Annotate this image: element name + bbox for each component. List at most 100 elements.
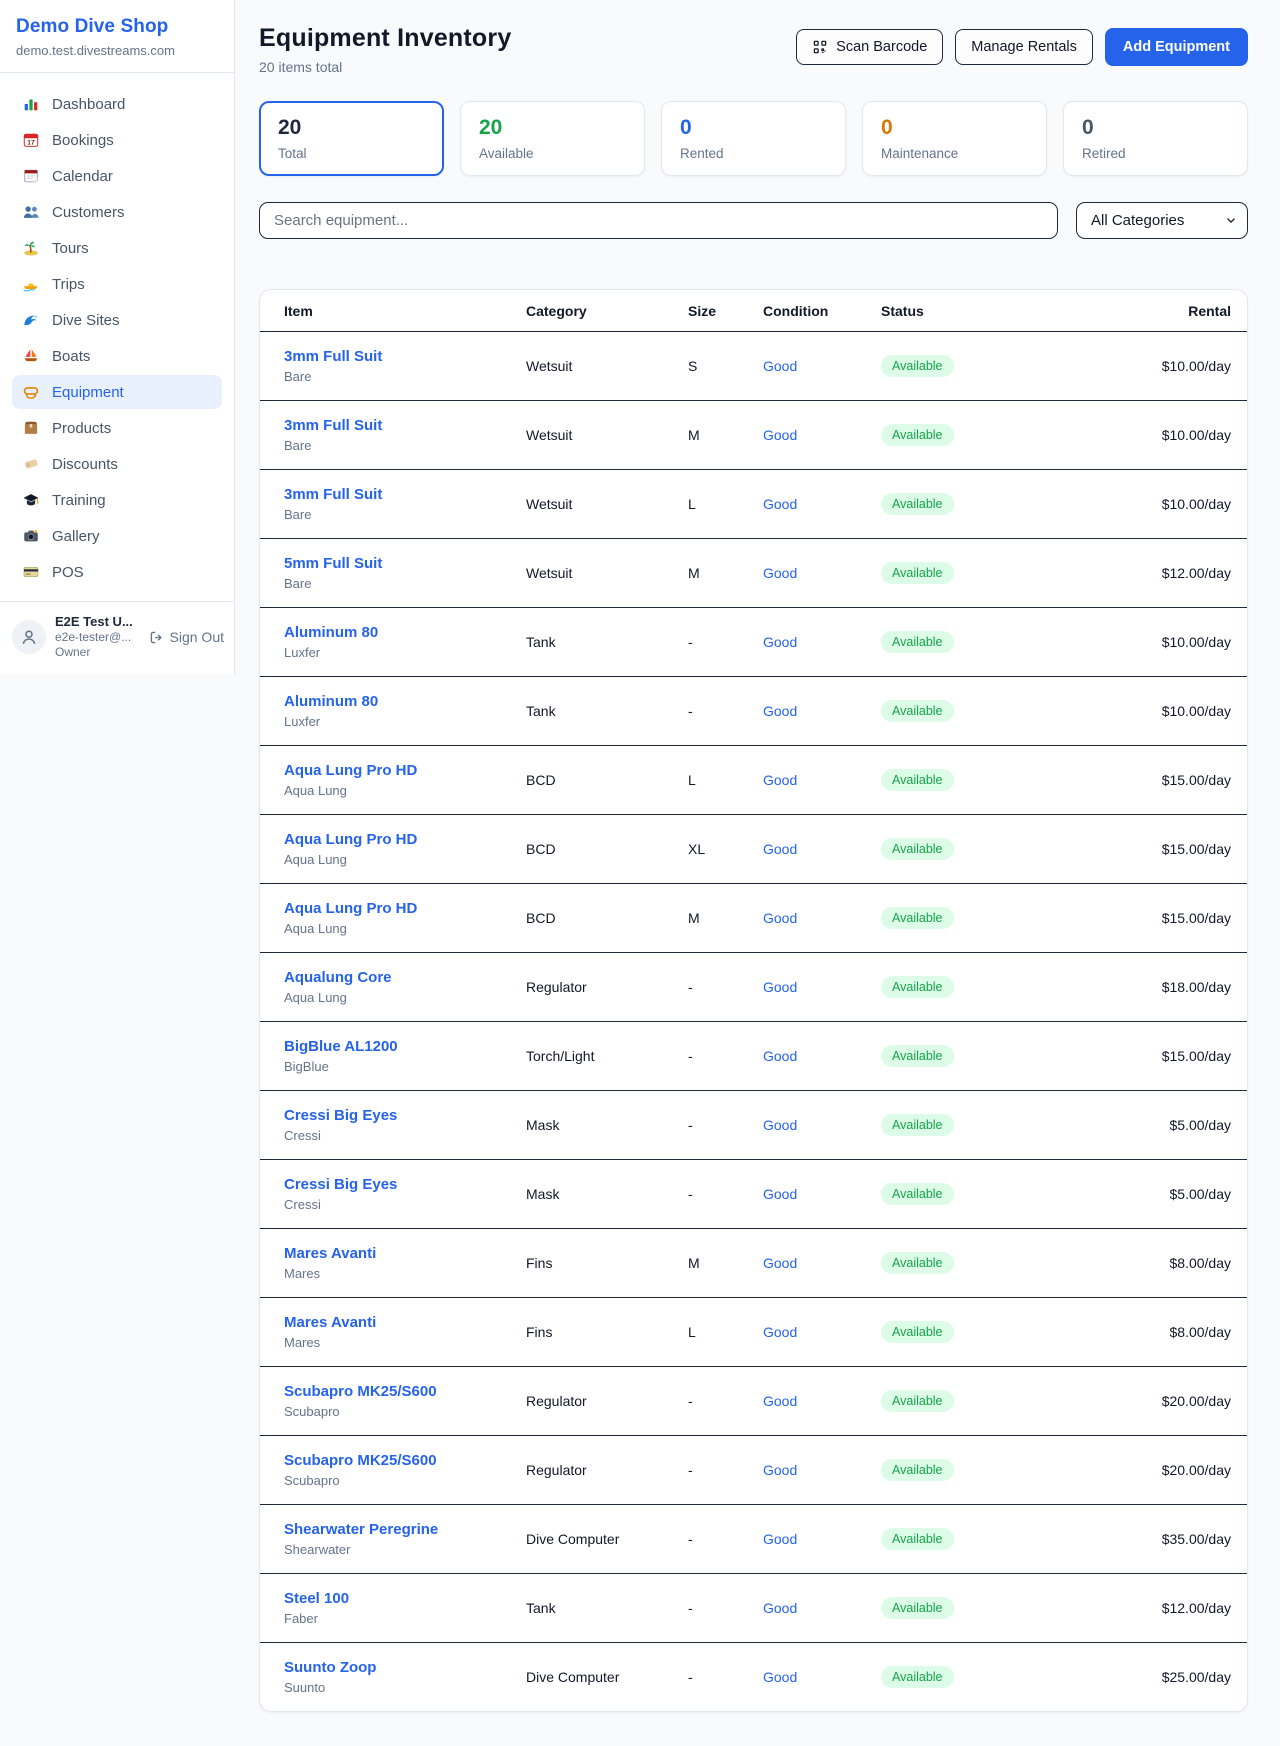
item-condition-link[interactable]: Good	[763, 1117, 881, 1133]
item-brand: Bare	[284, 368, 526, 386]
item-condition-link[interactable]: Good	[763, 841, 881, 857]
item-name-link[interactable]: Aqua Lung Pro HD	[284, 760, 417, 782]
sidebar-item-label: Customers	[52, 204, 125, 221]
status-badge: Available	[881, 1390, 954, 1412]
item-cell: BigBlue AL1200 BigBlue	[284, 1036, 526, 1076]
sidebar-item-boats[interactable]: Boats	[12, 339, 222, 373]
item-name-link[interactable]: Cressi Big Eyes	[284, 1105, 397, 1127]
sidebar-item-bookings[interactable]: 17 Bookings	[12, 123, 222, 157]
sidebar: Demo Dive Shop demo.test.divestreams.com…	[0, 0, 235, 674]
item-rental: $15.00/day	[1061, 910, 1231, 926]
search-input[interactable]	[259, 202, 1058, 239]
item-condition-link[interactable]: Good	[763, 358, 881, 374]
status-cell: Available	[881, 700, 1061, 722]
item-condition-link[interactable]: Good	[763, 1255, 881, 1271]
sidebar-item-dive-sites[interactable]: Dive Sites	[12, 303, 222, 337]
table-row: Suunto Zoop Suunto Dive Computer - Good …	[260, 1642, 1247, 1711]
item-condition-link[interactable]: Good	[763, 1600, 881, 1616]
sidebar-item-calendar[interactable]: Calendar	[12, 159, 222, 193]
item-condition-link[interactable]: Good	[763, 1324, 881, 1340]
people-icon	[22, 203, 40, 221]
item-name-link[interactable]: Mares Avanti	[284, 1243, 376, 1265]
item-name-link[interactable]: Steel 100	[284, 1588, 349, 1610]
sign-out-icon	[148, 629, 165, 646]
stat-card-retired[interactable]: 0 Retired	[1063, 101, 1248, 176]
item-condition-link[interactable]: Good	[763, 910, 881, 926]
item-name-link[interactable]: Cressi Big Eyes	[284, 1174, 397, 1196]
item-category: Tank	[526, 634, 688, 650]
item-name-link[interactable]: Scubapro MK25/S600	[284, 1450, 437, 1472]
status-badge: Available	[881, 1459, 954, 1481]
item-condition-link[interactable]: Good	[763, 1531, 881, 1547]
item-name-link[interactable]: 3mm Full Suit	[284, 346, 382, 368]
item-category: Fins	[526, 1255, 688, 1271]
item-name-link[interactable]: Aluminum 80	[284, 622, 378, 644]
table-row: Shearwater Peregrine Shearwater Dive Com…	[260, 1504, 1247, 1573]
item-category: BCD	[526, 910, 688, 926]
item-name-link[interactable]: Aqua Lung Pro HD	[284, 898, 417, 920]
item-condition-link[interactable]: Good	[763, 979, 881, 995]
status-cell: Available	[881, 769, 1061, 791]
sidebar-item-trips[interactable]: Trips	[12, 267, 222, 301]
item-name-link[interactable]: 3mm Full Suit	[284, 415, 382, 437]
item-condition-link[interactable]: Good	[763, 703, 881, 719]
item-name-link[interactable]: Aluminum 80	[284, 691, 378, 713]
item-condition-link[interactable]: Good	[763, 634, 881, 650]
stat-card-rented[interactable]: 0 Rented	[661, 101, 846, 176]
item-rental: $18.00/day	[1061, 979, 1231, 995]
sidebar-item-discounts[interactable]: Discounts	[12, 447, 222, 481]
sidebar-item-tours[interactable]: Tours	[12, 231, 222, 265]
sidebar-item-products[interactable]: Products	[12, 411, 222, 445]
status-badge: Available	[881, 424, 954, 446]
item-name-link[interactable]: BigBlue AL1200	[284, 1036, 398, 1058]
item-brand: Cressi	[284, 1196, 526, 1214]
status-badge: Available	[881, 1114, 954, 1136]
item-brand: Luxfer	[284, 713, 526, 731]
item-name-link[interactable]: Scubapro MK25/S600	[284, 1381, 437, 1403]
stat-card-maintenance[interactable]: 0 Maintenance	[862, 101, 1047, 176]
item-size: -	[688, 634, 763, 650]
item-category: Tank	[526, 703, 688, 719]
scan-barcode-button[interactable]: Scan Barcode	[796, 29, 943, 65]
item-condition-link[interactable]: Good	[763, 1186, 881, 1202]
item-name-link[interactable]: 3mm Full Suit	[284, 484, 382, 506]
sidebar-item-equipment[interactable]: Equipment	[12, 375, 222, 409]
stat-card-available[interactable]: 20 Available	[460, 101, 645, 176]
status-cell: Available	[881, 838, 1061, 860]
manage-rentals-button[interactable]: Manage Rentals	[955, 29, 1093, 65]
item-condition-link[interactable]: Good	[763, 1048, 881, 1064]
sidebar-item-gallery[interactable]: Gallery	[12, 519, 222, 553]
sidebar-item-dashboard[interactable]: Dashboard	[12, 87, 222, 121]
item-brand: Luxfer	[284, 644, 526, 662]
item-size: L	[688, 772, 763, 788]
item-name-link[interactable]: Mares Avanti	[284, 1312, 376, 1334]
item-name-link[interactable]: 5mm Full Suit	[284, 553, 382, 575]
item-name-link[interactable]: Aqualung Core	[284, 967, 392, 989]
stat-card-total[interactable]: 20 Total	[259, 101, 444, 176]
sign-out-button[interactable]: Sign Out	[148, 629, 224, 646]
sign-out-label: Sign Out	[170, 629, 224, 645]
item-condition-link[interactable]: Good	[763, 1669, 881, 1685]
status-badge: Available	[881, 700, 954, 722]
sidebar-item-training[interactable]: Training	[12, 483, 222, 517]
category-select[interactable]: All Categories	[1076, 202, 1248, 239]
item-name-link[interactable]: Suunto Zoop	[284, 1657, 376, 1679]
item-name-link[interactable]: Aqua Lung Pro HD	[284, 829, 417, 851]
item-brand: Aqua Lung	[284, 989, 526, 1007]
sidebar-nav: Dashboard 17 Bookings Calendar Customers…	[0, 73, 234, 601]
item-condition-link[interactable]: Good	[763, 565, 881, 581]
item-condition-link[interactable]: Good	[763, 1393, 881, 1409]
user-role: Owner	[55, 645, 133, 660]
sidebar-item-pos[interactable]: POS	[12, 555, 222, 589]
add-equipment-button[interactable]: Add Equipment	[1105, 28, 1248, 66]
sidebar-item-customers[interactable]: Customers	[12, 195, 222, 229]
item-name-link[interactable]: Shearwater Peregrine	[284, 1519, 438, 1541]
item-category: Torch/Light	[526, 1048, 688, 1064]
item-condition-link[interactable]: Good	[763, 772, 881, 788]
item-condition-link[interactable]: Good	[763, 496, 881, 512]
calendar-17-icon: 17	[22, 131, 40, 149]
item-condition-link[interactable]: Good	[763, 427, 881, 443]
item-condition-link[interactable]: Good	[763, 1462, 881, 1478]
sidebar-item-label: Dashboard	[52, 96, 125, 113]
page-title-block: Equipment Inventory 20 items total	[259, 24, 511, 75]
